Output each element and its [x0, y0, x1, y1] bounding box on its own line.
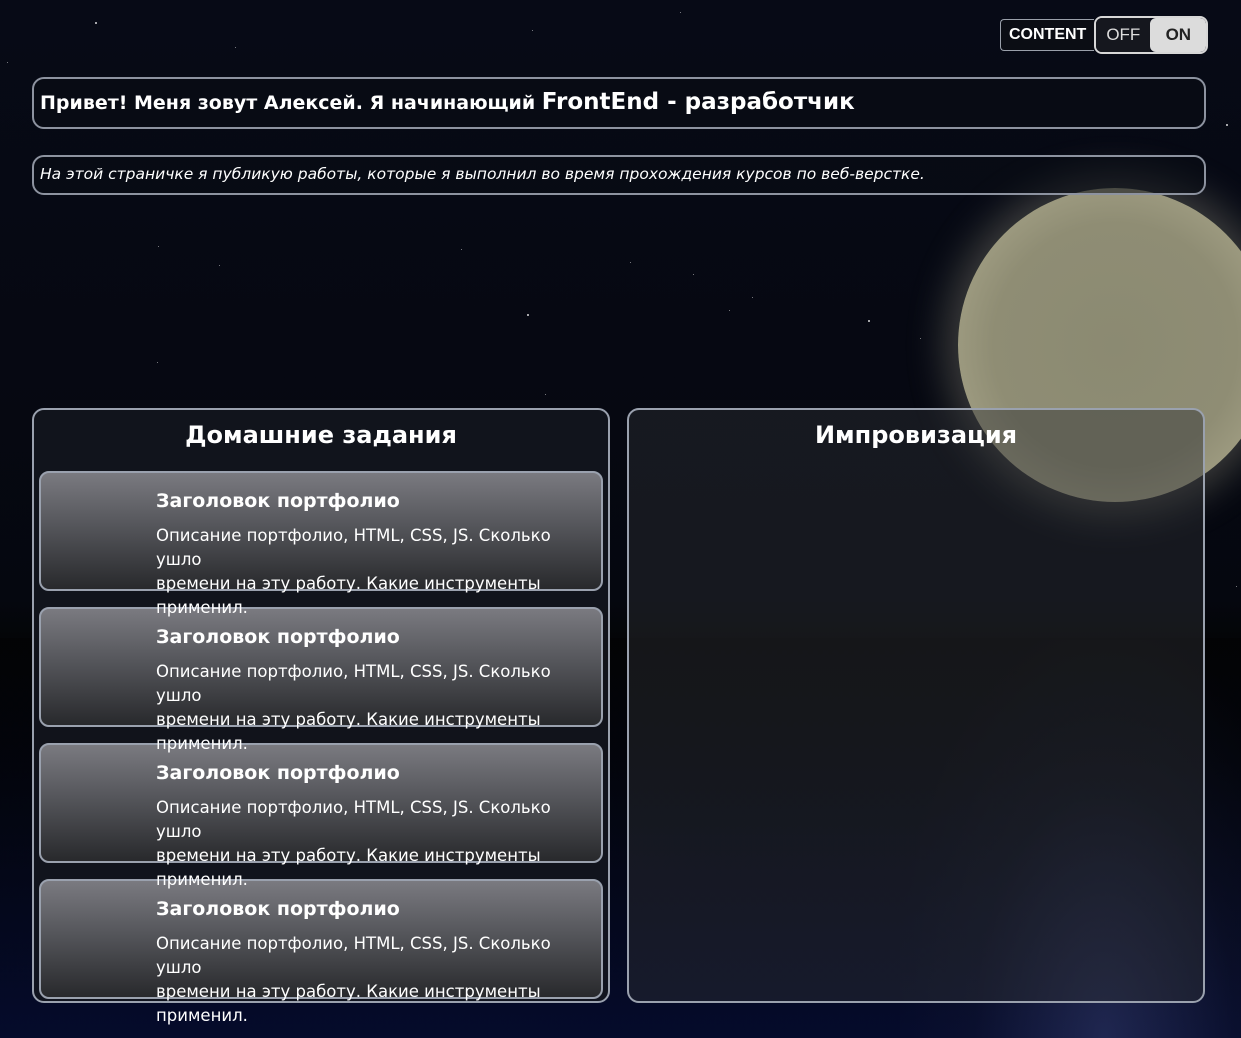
description-line: Описание портфолио, HTML, CSS, JS. Сколь…: [156, 798, 551, 841]
portfolio-card-title: Заголовок портфолио: [156, 626, 400, 648]
portfolio-card-title: Заголовок портфолио: [156, 762, 400, 784]
content-switch[interactable]: OFF ON: [1094, 16, 1209, 54]
description-line: времени на эту работу. Какие инструменты…: [156, 982, 541, 1025]
about-banner: На этой страничке я публикую работы, кот…: [32, 155, 1206, 195]
description-line: Описание портфолио, HTML, CSS, JS. Сколь…: [156, 934, 551, 977]
description-line: Описание портфолио, HTML, CSS, JS. Сколь…: [156, 662, 551, 705]
content-toggle[interactable]: CONTENT OFF ON: [1000, 16, 1209, 54]
homework-title: Домашние задания: [185, 421, 457, 449]
portfolio-card-description: Описание портфолио, HTML, CSS, JS. Сколь…: [156, 660, 591, 756]
portfolio-card[interactable]: Заголовок портфолио Описание портфолио, …: [39, 743, 603, 889]
improvisation-title: Импровизация: [814, 421, 1018, 449]
portfolio-card-description: Описание портфолио, HTML, CSS, JS. Сколь…: [156, 932, 591, 1028]
portfolio-card-description: Описание портфолио, HTML, CSS, JS. Сколь…: [156, 796, 591, 892]
content-toggle-label: CONTENT: [1000, 19, 1095, 51]
intro-text: Привет! Меня зовут Алексей. Я начинающий: [40, 92, 542, 114]
portfolio-card[interactable]: Заголовок портфолио Описание портфолио, …: [39, 471, 603, 617]
intro-highlight: FrontEnd - разработчик: [541, 89, 855, 115]
portfolio-card-description: Описание портфолио, HTML, CSS, JS. Сколь…: [156, 524, 591, 620]
portfolio-card[interactable]: Заголовок портфолио Описание портфолио, …: [39, 879, 603, 1025]
description-line: Описание портфолио, HTML, CSS, JS. Сколь…: [156, 526, 551, 569]
portfolio-card-title: Заголовок портфолио: [156, 490, 400, 512]
portfolio-card-title: Заголовок портфолио: [156, 898, 400, 920]
homework-panel: Домашние задания Заголовок портфолио Опи…: [32, 408, 610, 1025]
about-text: На этой страничке я публикую работы, кот…: [40, 165, 925, 183]
toggle-on-option[interactable]: ON: [1150, 18, 1207, 52]
improvisation-panel: Импровизация: [627, 408, 1205, 1003]
toggle-off-option[interactable]: OFF: [1096, 18, 1151, 52]
portfolio-card[interactable]: Заголовок портфолио Описание портфолио, …: [39, 607, 603, 753]
intro-banner: Привет! Меня зовут Алексей. Я начинающий…: [32, 77, 1206, 129]
